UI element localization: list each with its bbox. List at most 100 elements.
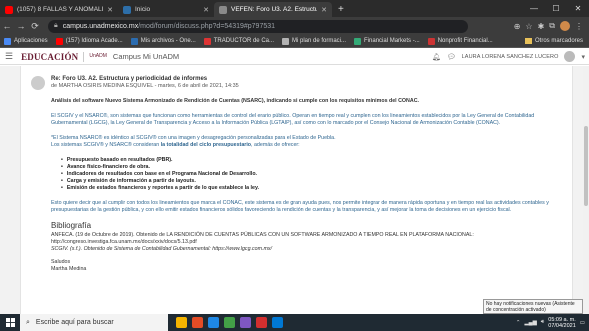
browser-tab[interactable]: Inicio ✕ xyxy=(118,2,214,17)
bookmarks-bar: Aplicaciones (157) Idioma Acade... Mis arc… xyxy=(0,35,589,48)
bookmark-star-icon[interactable]: ☆ xyxy=(525,22,532,31)
maximize-icon[interactable]: ☐ xyxy=(545,4,567,13)
notifications-bell-icon[interactable]: 🔔︎ xyxy=(432,53,441,61)
bookmark-item[interactable]: Nonprofit Financial... xyxy=(427,37,493,45)
bibliography-title: Bibliografía xyxy=(51,221,92,230)
bookmark-favicon-icon xyxy=(427,37,435,45)
site-header: ☰ EDUCACIÓN UnADM Campus Mi UnADM 🔔︎ 💬︎ … xyxy=(0,49,589,65)
taskbar-app-icon[interactable] xyxy=(240,317,251,328)
taskbar-time: 05:09 a. m. xyxy=(548,316,576,323)
tray-up-arrow-icon[interactable]: ⌃ xyxy=(516,320,521,326)
close-window-icon[interactable]: ✕ xyxy=(567,4,589,13)
list-item: Emisión de estados financieros y reporte… xyxy=(61,185,551,192)
extensions-puzzle-icon[interactable]: ⧉ xyxy=(549,21,555,31)
bookmark-label: Aplicaciones xyxy=(14,38,48,44)
new-tab-button[interactable]: + xyxy=(332,2,350,17)
post-paragraph-4: Esto quiere decir que al cumplir con tod… xyxy=(51,200,549,213)
list-item: Indicadores de resultados con base en el… xyxy=(61,171,551,178)
reference-2: SCGIV. (s.f.). Obtenido de Sistema de Co… xyxy=(51,246,272,252)
browser-tab[interactable]: VEFEN: Foro U3. A2. Estructura y pe✕ xyxy=(214,2,332,17)
post-byline: de MARTHA OSIRIS MEDINA ESQUIVEL - marte… xyxy=(51,83,239,89)
greeting: Saludos xyxy=(51,259,71,265)
tab-close-icon[interactable]: ✕ xyxy=(103,6,113,14)
bookmark-item[interactable]: TRADUCTOR de Ca... xyxy=(203,37,274,45)
tab-close-icon[interactable]: ✕ xyxy=(317,6,327,14)
logo-divider xyxy=(83,51,85,62)
browser-tab[interactable]: (1057) 8 FALLAS Y ANOMALIAS EN L✕ xyxy=(0,2,118,17)
bookmark-label: Mi plan de formaci... xyxy=(291,38,347,44)
user-avatar[interactable] xyxy=(564,51,576,62)
bookmark-item[interactable]: (157) Idioma Acade... xyxy=(55,37,123,45)
bookmark-favicon-icon xyxy=(130,37,138,45)
taskbar-search-placeholder: Escribe aquí para buscar xyxy=(35,319,114,326)
action-center-icon[interactable]: ▭ xyxy=(580,320,585,326)
para3-bold: la totalidad del ciclo presupuestario xyxy=(160,142,252,148)
profile-avatar-icon[interactable] xyxy=(560,21,570,31)
list-item: Presupuesto basado en resultados (PBR). xyxy=(61,157,551,164)
tab-favicon-icon xyxy=(5,5,13,14)
post-subject: Re: Foro U3. A2. Estructura y periodicid… xyxy=(51,76,208,82)
page-scrollbar[interactable] xyxy=(583,66,589,314)
bookmark-favicon-icon xyxy=(55,37,63,45)
campus-title[interactable]: Campus Mi UnADM xyxy=(113,52,179,61)
bookmark-item[interactable]: Mi plan de formaci... xyxy=(281,37,347,45)
scrollbar-thumb[interactable] xyxy=(584,126,588,206)
tab-title: Inicio xyxy=(135,6,151,13)
url-path: /mod/forum/discuss.php?d=54319#p797531 xyxy=(138,22,276,30)
browser-toolbar: ← → ⟳ 🔒︎ campus.unadmexico.mx /mod/forum… xyxy=(0,17,589,35)
other-bookmarks[interactable]: Otros marcadores xyxy=(524,38,583,44)
educacion-logo[interactable]: EDUCACIÓN xyxy=(21,52,78,62)
taskbar-apps xyxy=(176,317,283,328)
post-header: Re: Foro U3. A2. Estructura y periodicid… xyxy=(31,76,239,90)
notification-tooltip: No hay notificaciones nuevas (Asistente … xyxy=(483,299,583,314)
taskbar-app-icon[interactable] xyxy=(192,317,203,328)
bookmark-favicon-icon xyxy=(203,37,211,45)
system-tray: ⌃ ▂▄▆ 🔊︎ 05:09 a. m. 07/04/2021 ▭ xyxy=(516,317,589,329)
taskbar-search-box[interactable]: ⌕ Escribe aquí para buscar xyxy=(20,314,168,331)
taskbar-app-icon[interactable] xyxy=(176,317,187,328)
browser-menu-icon[interactable]: ⋮ xyxy=(575,22,583,31)
author-avatar[interactable] xyxy=(31,76,45,90)
folder-icon xyxy=(524,38,532,44)
user-menu-chevron-icon[interactable]: ▾ xyxy=(581,53,585,61)
zoom-icon[interactable]: ⊕ xyxy=(514,22,521,31)
back-icon[interactable]: ← xyxy=(0,21,14,31)
post-body: Análisis del software Nuevo Sistema Armo… xyxy=(51,98,551,273)
taskbar-app-icon[interactable] xyxy=(224,317,235,328)
unadm-logo[interactable]: UnADM xyxy=(89,54,107,59)
features-list: Presupuesto basado en resultados (PBR). … xyxy=(61,157,551,192)
bookmark-item[interactable]: Aplicaciones xyxy=(4,37,48,45)
list-item: Avance físico-financiero de obra. xyxy=(61,164,551,171)
minimize-icon[interactable]: — xyxy=(523,4,545,13)
tab-favicon-icon xyxy=(219,5,227,14)
tab-close-icon[interactable]: ✕ xyxy=(199,6,209,14)
tab-title: (1057) 8 FALLAS Y ANOMALIAS EN L xyxy=(17,6,103,13)
window-controls: — ☐ ✕ xyxy=(523,0,589,17)
bookmark-item[interactable]: Financial Markets -... xyxy=(354,37,420,45)
bookmark-label: Mis archivos - One... xyxy=(140,38,196,44)
search-icon: ⌕ xyxy=(26,318,30,326)
lock-icon[interactable]: 🔒︎ xyxy=(54,22,58,30)
windows-start-icon[interactable] xyxy=(0,318,20,327)
reference-1-link[interactable]: http://congreso.investiga.fca.unam.mx/do… xyxy=(51,239,551,246)
messages-icon[interactable]: 💬︎ xyxy=(447,53,456,61)
bookmark-item[interactable]: Mis archivos - One... xyxy=(130,37,196,45)
reload-icon[interactable]: ⟳ xyxy=(28,21,42,32)
taskbar-clock[interactable]: 05:09 a. m. 07/04/2021 xyxy=(548,317,576,329)
user-name[interactable]: LAURA LORENA SANCHEZ LUCERO xyxy=(462,54,559,60)
windows-taskbar: ⌕ Escribe aquí para buscar ⌃ ▂▄▆ 🔊︎ 05:0… xyxy=(0,314,589,331)
volume-icon[interactable]: 🔊︎ xyxy=(541,319,544,326)
address-bar[interactable]: 🔒︎ campus.unadmexico.mx /mod/forum/discu… xyxy=(48,19,468,33)
post-paragraph-2: *El Sistema NSARC® es idéntico al SCGIV®… xyxy=(51,135,336,141)
list-item: Carga y emisión de información a partir … xyxy=(61,178,551,185)
para3-end: , además de ofrecer: xyxy=(251,142,300,148)
extension-icon[interactable]: ✱ xyxy=(538,22,545,31)
network-icon[interactable]: ▂▄▆ xyxy=(524,320,536,326)
taskbar-app-icon[interactable] xyxy=(256,317,267,328)
forward-icon[interactable]: → xyxy=(14,21,28,31)
post-heading: Análisis del software Nuevo Sistema Armo… xyxy=(51,98,420,104)
taskbar-app-icon[interactable] xyxy=(208,317,219,328)
taskbar-app-icon[interactable] xyxy=(272,317,283,328)
menu-hamburger-icon[interactable]: ☰ xyxy=(5,51,13,62)
forum-post: Re: Foro U3. A2. Estructura y periodicid… xyxy=(20,66,573,314)
